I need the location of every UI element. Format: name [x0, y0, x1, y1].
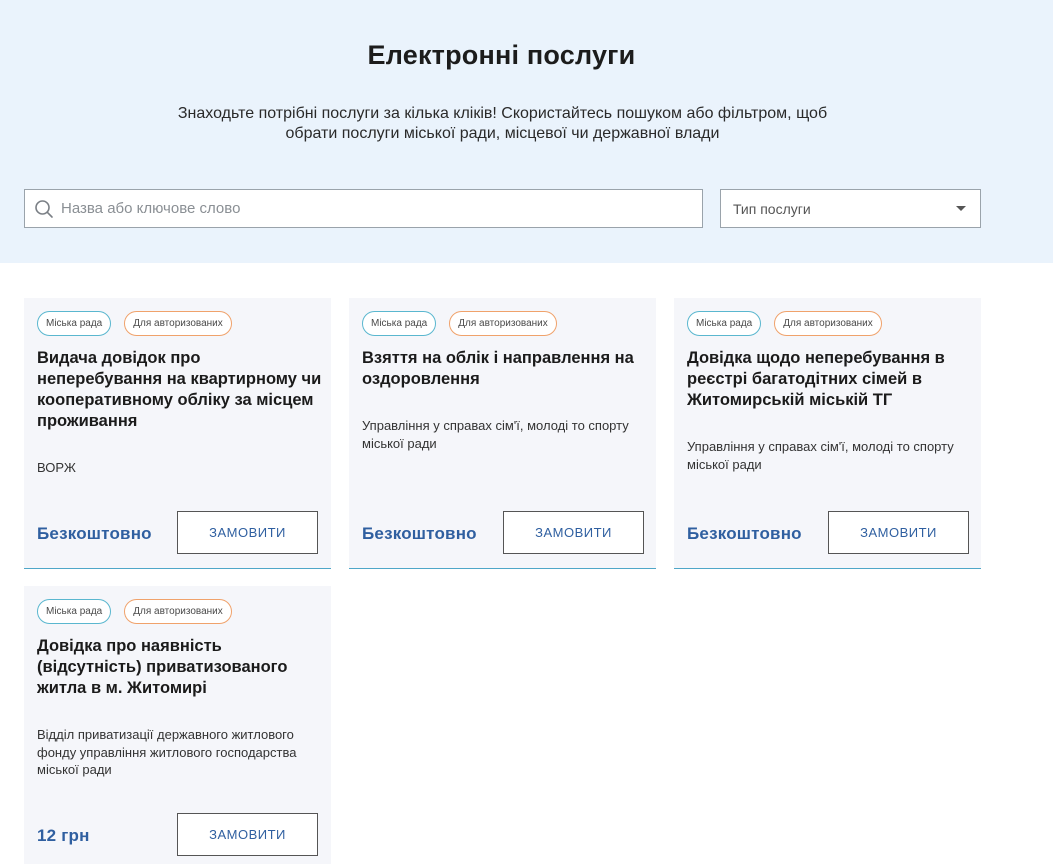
card-department: Управління у справах сім'ї, молоді то сп…: [362, 418, 629, 451]
order-button[interactable]: ЗАМОВИТИ: [177, 813, 318, 856]
badge-authorized: Для авторизованих: [124, 311, 232, 336]
hero-section: Електронні послуги Знаходьте потрібні по…: [0, 0, 1053, 263]
search-icon: [34, 199, 54, 219]
badge-authorized: Для авторизованих: [449, 311, 557, 336]
page-subtitle: Знаходьте потрібні послуги за кілька клі…: [177, 105, 828, 142]
badge-city-council: Міська рада: [687, 311, 762, 336]
card-badges: Міська рада Для авторизованих: [37, 599, 232, 624]
card-department: Відділ приватизації державного житлового…: [37, 727, 297, 777]
card-badges: Міська рада Для авторизованих: [687, 311, 882, 336]
card-title[interactable]: Довідка про наявність (відсутність) прив…: [37, 636, 322, 699]
order-button[interactable]: ЗАМОВИТИ: [177, 511, 318, 554]
service-type-value: Тип послуги: [733, 200, 811, 217]
card-price: Безкоштовно: [687, 524, 802, 543]
service-type-select[interactable]: Тип послуги: [720, 189, 981, 228]
service-card: Міська рада Для авторизованих Довідка що…: [674, 298, 981, 569]
card-title[interactable]: Видача довідок про неперебування на квар…: [37, 348, 322, 432]
card-department: ВОРЖ: [37, 460, 76, 475]
page-title: Електронні послуги: [367, 40, 636, 70]
card-badges: Міська рада Для авторизованих: [362, 311, 557, 336]
chevron-down-icon: [956, 206, 966, 211]
badge-city-council: Міська рада: [37, 599, 112, 624]
card-title[interactable]: Довідка щодо неперебування в реєстрі баг…: [687, 348, 972, 411]
badge-authorized: Для авторизованих: [774, 311, 882, 336]
order-button[interactable]: ЗАМОВИТИ: [828, 511, 969, 554]
service-card: Міська рада Для авторизованих Взяття на …: [349, 298, 656, 569]
card-badges: Міська рада Для авторизованих: [37, 311, 232, 336]
badge-city-council: Міська рада: [362, 311, 437, 336]
search-box[interactable]: [24, 189, 703, 228]
badge-authorized: Для авторизованих: [124, 599, 232, 624]
badge-city-council: Міська рада: [37, 311, 112, 336]
card-department: Управління у справах сім'ї, молоді то сп…: [687, 439, 954, 472]
service-card: Міська рада Для авторизованих Видача дов…: [24, 298, 331, 569]
card-price: Безкоштовно: [37, 524, 152, 543]
service-card: Міська рада Для авторизованих Довідка пр…: [24, 586, 331, 864]
card-title[interactable]: Взяття на облік і направлення на оздоров…: [362, 348, 647, 390]
card-price: Безкоштовно: [362, 524, 477, 543]
card-price: 12 грн: [37, 826, 90, 845]
order-button[interactable]: ЗАМОВИТИ: [503, 511, 644, 554]
search-input[interactable]: [61, 193, 661, 224]
